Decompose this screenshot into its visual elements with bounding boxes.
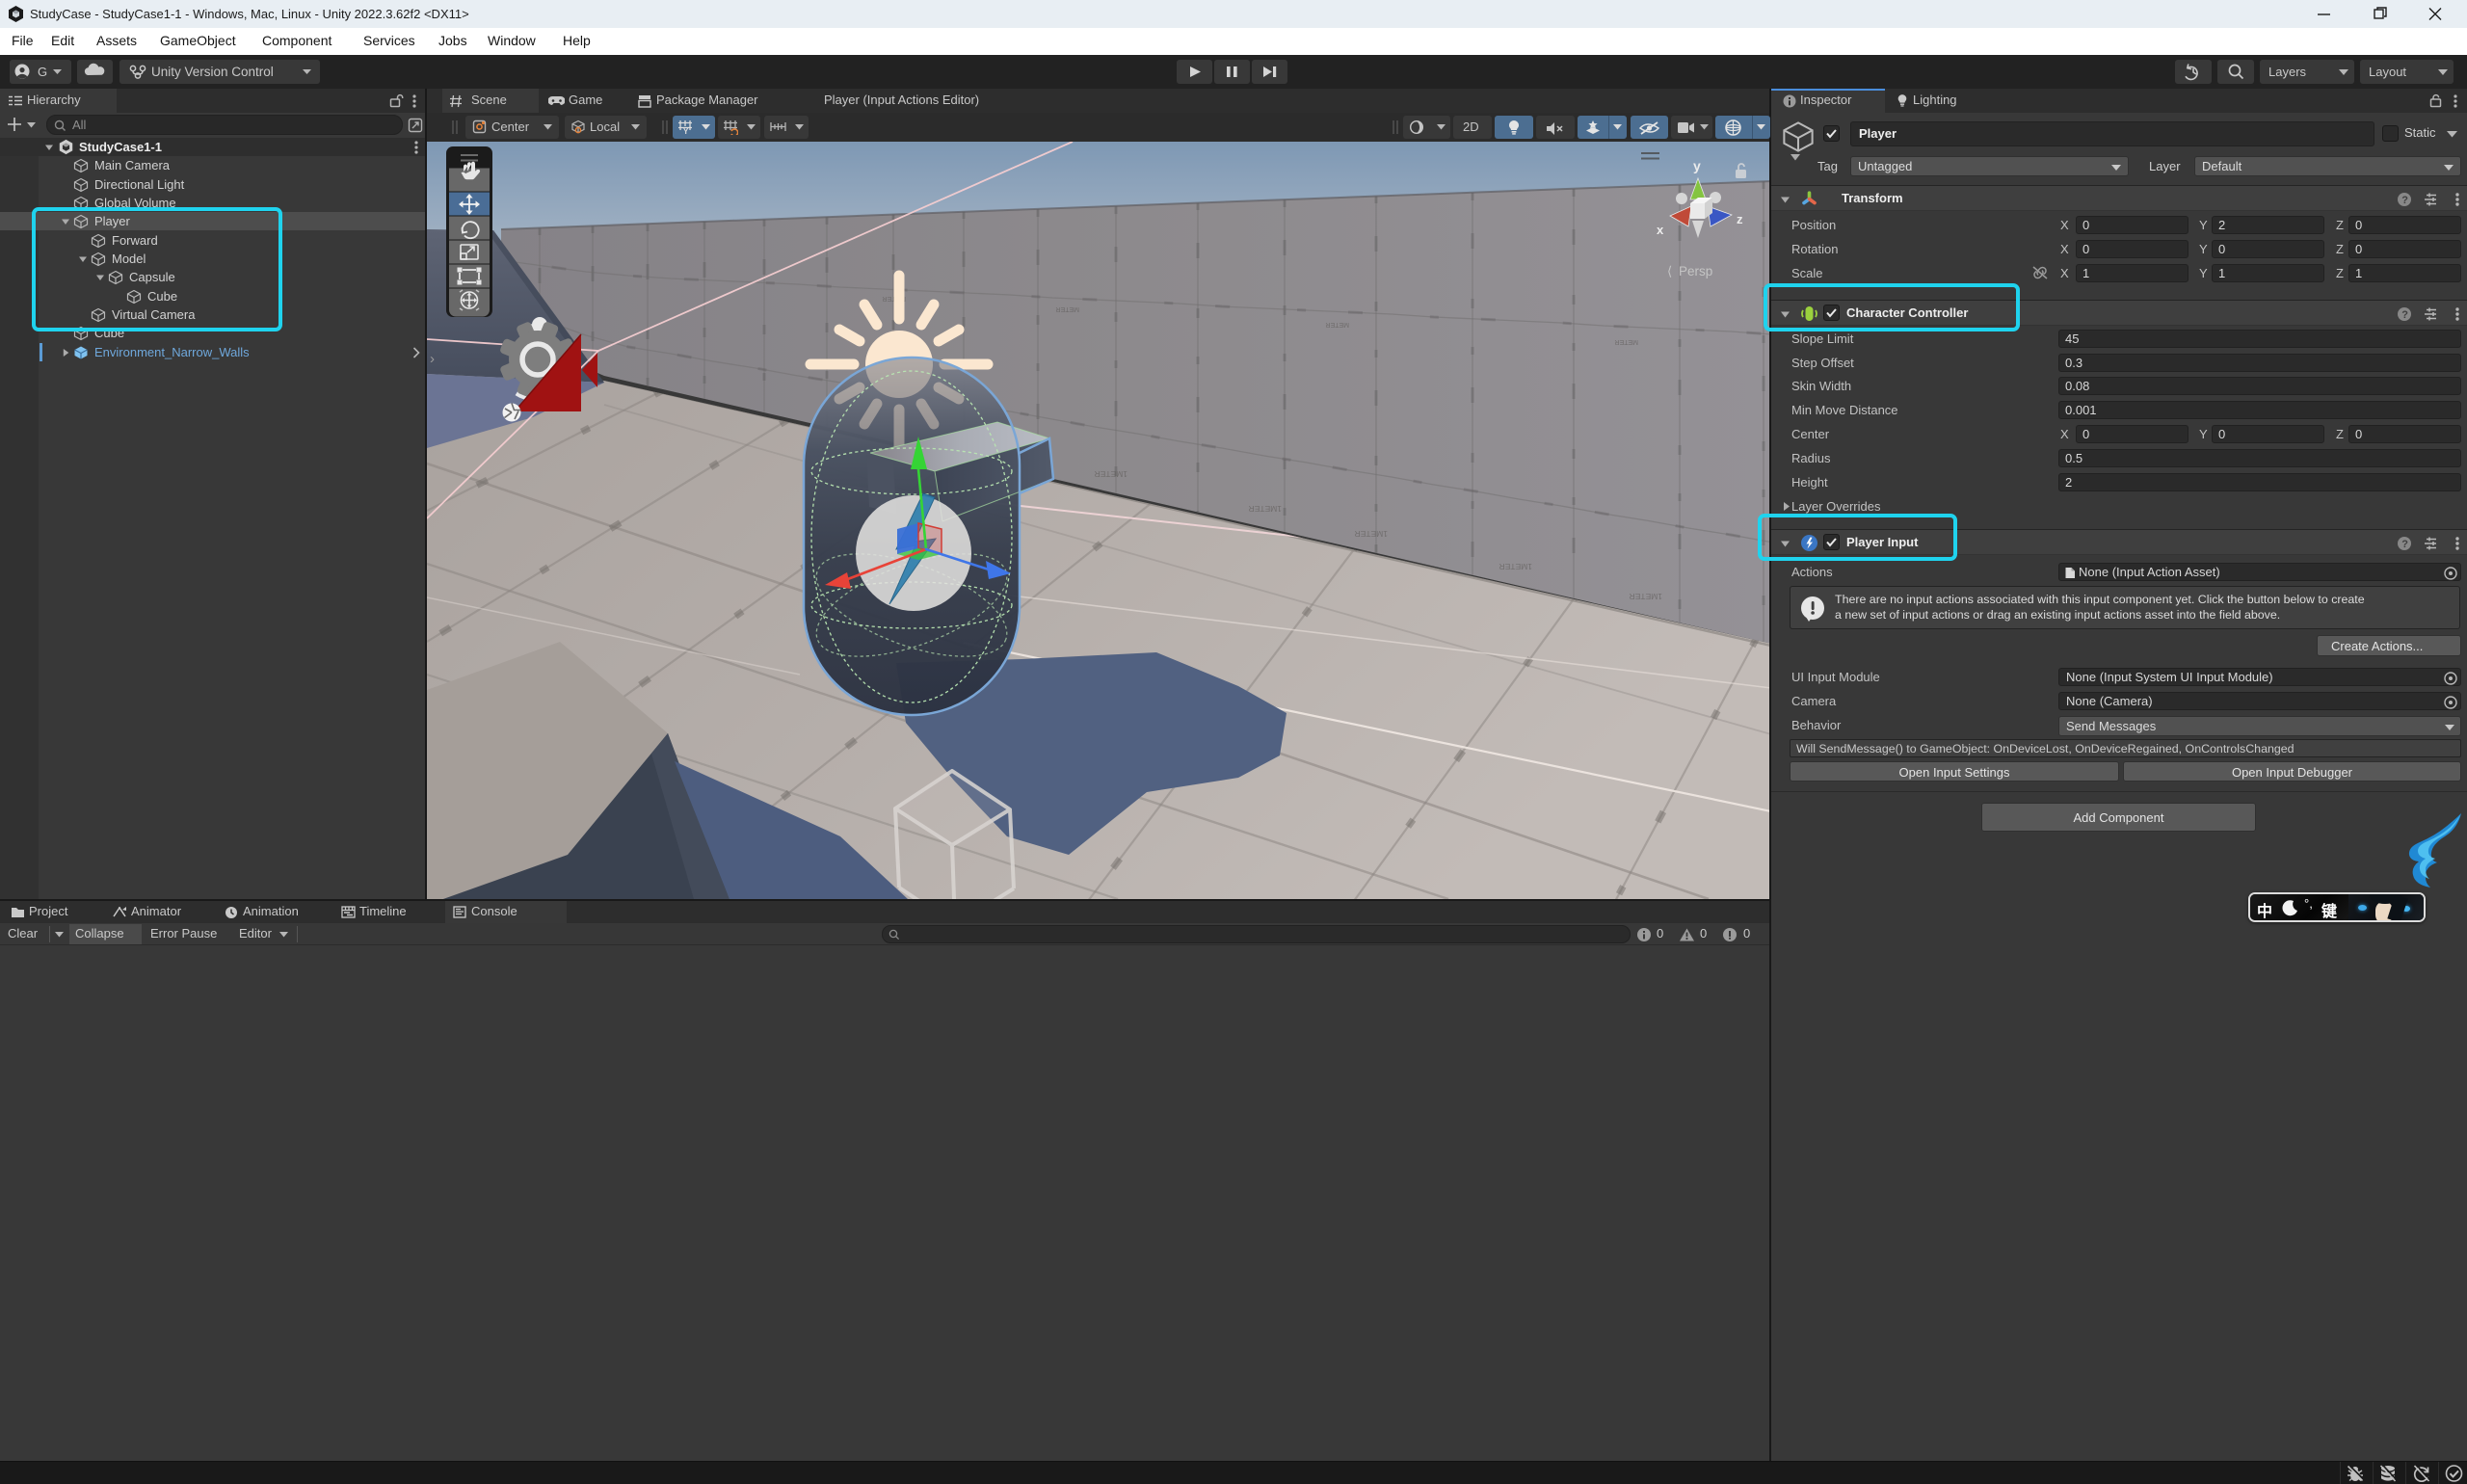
svg-text:1METER: 1METER — [1499, 562, 1532, 571]
svg-text:?: ? — [2401, 539, 2408, 550]
svg-text:METER: METER — [1056, 305, 1080, 312]
svg-text:⟨: ⟨ — [1667, 264, 1672, 278]
svg-text:?: ? — [2401, 309, 2408, 321]
svg-text:1METER: 1METER — [1249, 504, 1282, 514]
svg-text:z: z — [1737, 212, 1743, 226]
svg-text:?: ? — [2401, 195, 2408, 206]
svg-text:y: y — [1693, 158, 1701, 173]
svg-text:1METER: 1METER — [1355, 529, 1388, 539]
svg-text:1METER: 1METER — [1630, 592, 1662, 601]
svg-text:Persp: Persp — [1679, 264, 1712, 278]
svg-text:METER: METER — [1615, 338, 1639, 345]
svg-text:METER: METER — [1326, 321, 1350, 328]
svg-text:›: › — [430, 351, 435, 367]
svg-text:Unity Version Control: Unity Version Control — [151, 65, 274, 79]
svg-text:G: G — [38, 65, 47, 79]
svg-text:1METER: 1METER — [1095, 469, 1127, 479]
svg-text:Y: Y — [683, 127, 689, 135]
svg-text:x: x — [1657, 223, 1664, 237]
